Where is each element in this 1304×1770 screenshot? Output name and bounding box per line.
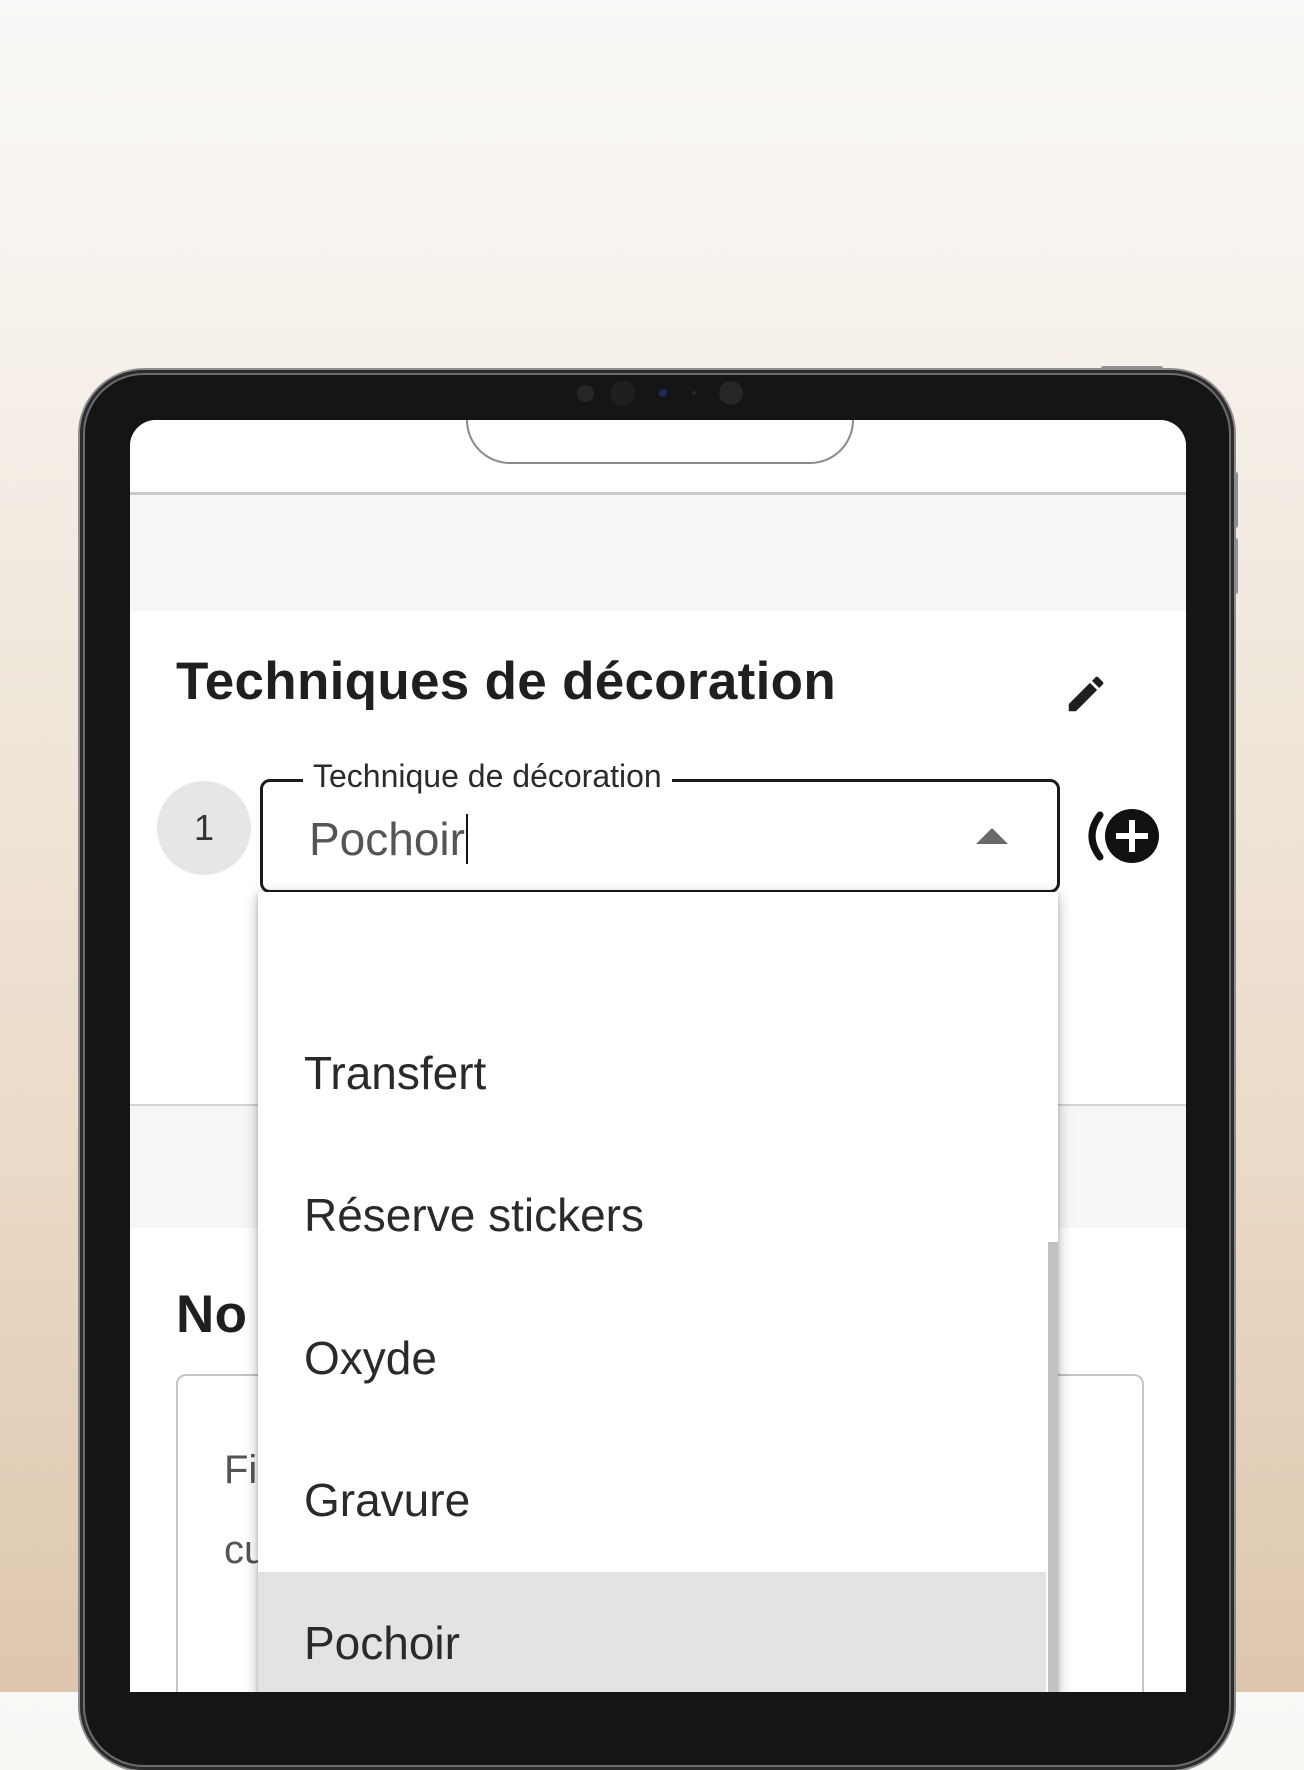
card-tab-outline [466,420,854,464]
option-oxyde[interactable]: Oxyde [258,1287,1046,1429]
combobox-value: Pochoir [309,813,465,865]
combobox-label: Technique de décoration [303,758,672,795]
plus-circle-icon [1088,809,1159,863]
section-title: No [176,1285,248,1344]
step-number-badge: 1 [157,781,251,875]
previous-card [130,420,1186,495]
decoration-technique-combobox[interactable]: Technique de décoration Pochoir [260,758,1060,893]
list-scrollbar-thumb[interactable] [1048,1242,1058,1692]
option-pochoir[interactable]: Pochoir [258,1572,1046,1692]
option-gravure[interactable]: Gravure [258,1429,1046,1571]
camera-lens-indicator [659,389,667,397]
app-screen: Techniques de décoration 1 Technique de … [130,420,1186,1692]
option-reserve-stickers[interactable]: Réserve stickers [258,1144,1046,1286]
triangle-up-icon[interactable] [976,828,1008,844]
sensor-dot [577,385,594,402]
front-camera [610,381,635,406]
option-transfert[interactable]: Transfert [258,1002,1046,1144]
text-cursor [465,814,468,864]
pencil-icon [1068,676,1104,712]
add-technique-button[interactable] [1078,800,1168,872]
technique-options-list: Transfert Réserve stickers Oxyde Gravure… [258,892,1058,1692]
sensor-dot [692,391,696,395]
section-title: Techniques de décoration [176,652,836,711]
combobox-input[interactable]: Pochoir [309,812,468,866]
edit-button[interactable] [1058,666,1114,722]
sensor-dot [719,381,743,405]
